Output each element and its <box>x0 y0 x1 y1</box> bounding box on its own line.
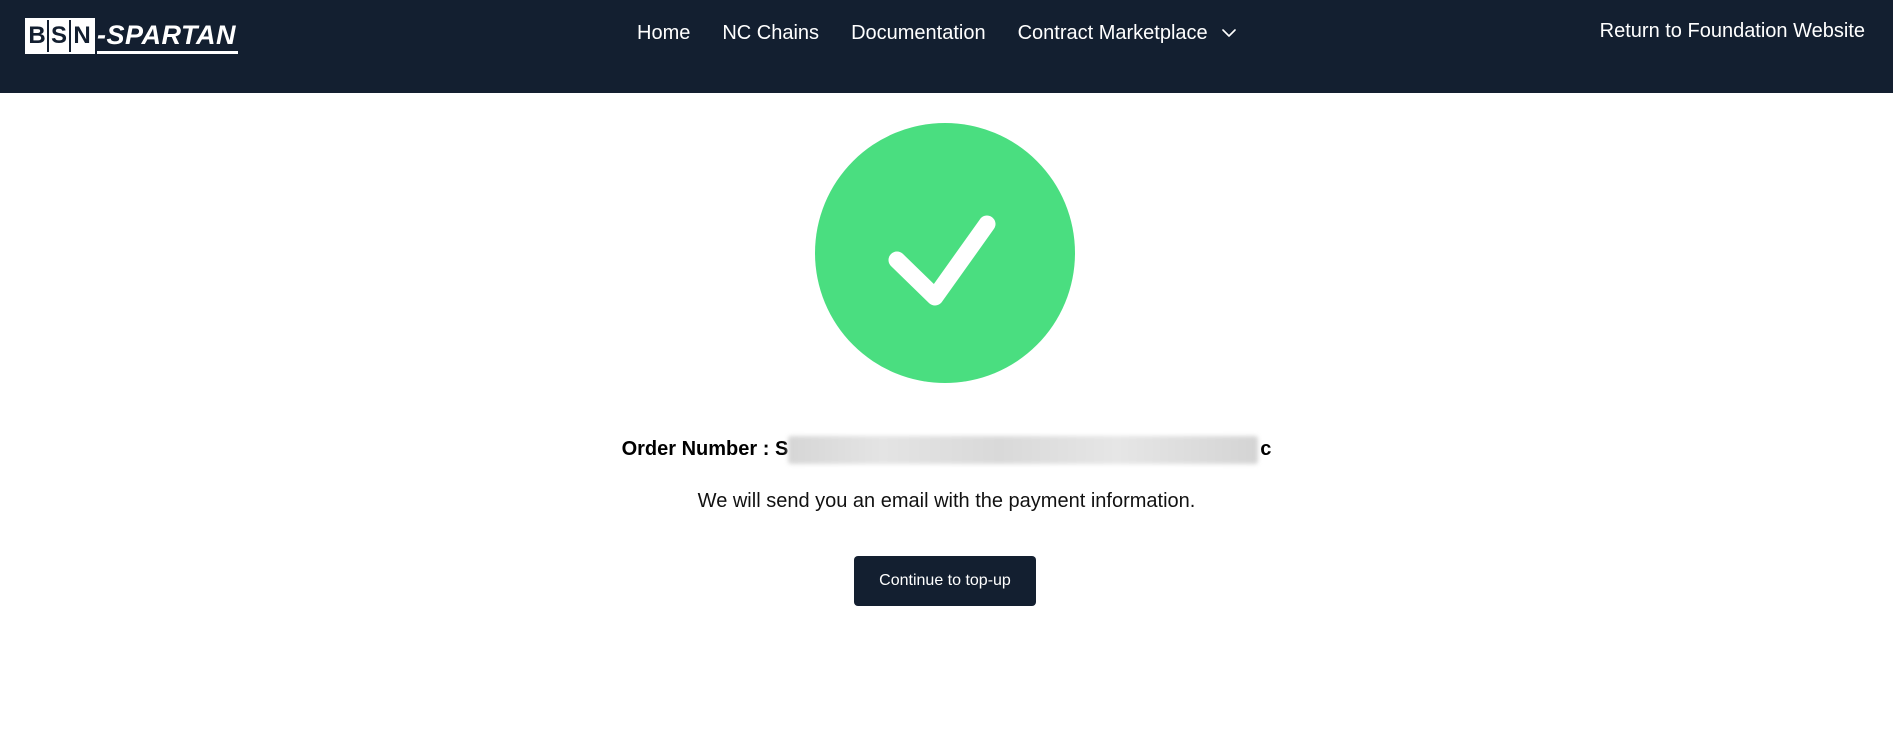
top-navigation-bar: B S N -SPARTAN Home NC Chains Documentat… <box>0 0 1893 93</box>
nav-item-nc-chains[interactable]: NC Chains <box>722 22 819 45</box>
return-to-foundation-link[interactable]: Return to Foundation Website <box>1600 20 1865 43</box>
nav-item-documentation[interactable]: Documentation <box>851 22 986 45</box>
logo-letter-s: S <box>49 20 71 52</box>
logo-letter-n: N <box>71 20 93 52</box>
order-number-row: Order Number : Sc <box>0 436 1893 464</box>
nav-item-home[interactable]: Home <box>637 22 690 45</box>
logo-wordmark: -SPARTAN <box>97 19 238 54</box>
main-nav: Home NC Chains Documentation Contract Ma… <box>637 20 1268 46</box>
order-number-value: Sc <box>774 436 1272 464</box>
nav-item-contract-marketplace[interactable]: Contract Marketplace <box>1018 22 1236 45</box>
logo-letter-boxes: B S N <box>25 18 95 54</box>
continue-to-top-up-button[interactable]: Continue to top-up <box>854 556 1036 606</box>
order-number-end: c <box>1260 438 1272 460</box>
brand-logo[interactable]: B S N -SPARTAN <box>25 16 238 56</box>
chevron-down-icon <box>1221 29 1236 37</box>
logo-letter-b: B <box>27 20 49 52</box>
checkmark-icon <box>888 215 996 306</box>
order-number-blur <box>787 436 1258 464</box>
order-number-start: S <box>774 438 789 460</box>
check-circle-icon <box>815 123 1075 383</box>
nav-item-contract-marketplace-label: Contract Marketplace <box>1017 21 1208 44</box>
order-number-label: Order Number : <box>621 438 775 460</box>
payment-info-message: We will send you an email with the payme… <box>697 490 1196 512</box>
